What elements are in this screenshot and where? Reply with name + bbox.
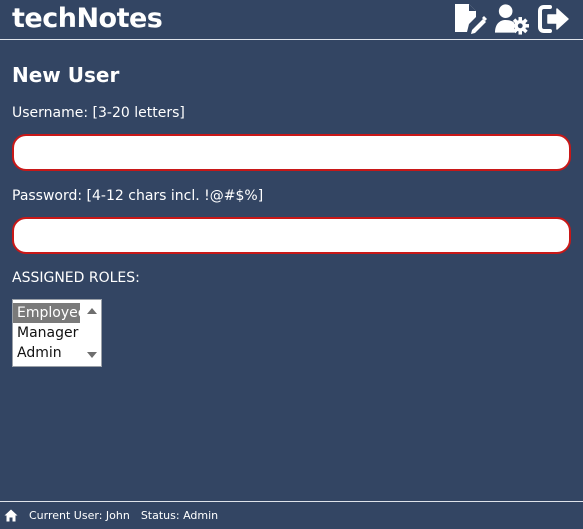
roles-select[interactable]: Employee Manager Admin	[12, 299, 102, 367]
user-settings-icon	[494, 3, 529, 35]
new-note-icon	[454, 3, 487, 34]
user-settings-button[interactable]	[494, 3, 529, 35]
logout-icon	[537, 4, 569, 33]
app-footer: Current User: John Status: Admin	[0, 501, 583, 529]
roles-scrollbar[interactable]	[84, 300, 101, 366]
role-option-admin[interactable]: Admin	[13, 343, 80, 363]
role-option-employee[interactable]: Employee	[13, 303, 86, 323]
password-label: Password: [4-12 chars incl. !@#$%]	[12, 188, 264, 204]
username-input[interactable]	[12, 134, 571, 171]
home-icon	[4, 509, 18, 522]
status-text: Status: Admin	[140, 509, 219, 522]
logout-button[interactable]	[536, 3, 571, 35]
password-input[interactable]	[12, 217, 571, 254]
scroll-up-arrow-icon[interactable]	[87, 308, 97, 314]
new-note-button[interactable]	[452, 3, 487, 35]
scroll-down-arrow-icon[interactable]	[87, 352, 97, 358]
page-title: New User	[12, 63, 120, 87]
roles-label: ASSIGNED ROLES:	[12, 270, 140, 286]
home-button[interactable]	[3, 508, 19, 524]
new-user-form: New User Username: [3-20 letters] Passwo…	[0, 62, 583, 367]
app-title[interactable]: techNotes	[12, 3, 163, 34]
header-actions	[452, 3, 571, 35]
app-header: techNotes	[0, 0, 583, 40]
current-user-text: Current User: John	[29, 509, 130, 522]
username-label: Username: [3-20 letters]	[12, 105, 185, 121]
role-option-manager[interactable]: Manager	[13, 323, 80, 343]
